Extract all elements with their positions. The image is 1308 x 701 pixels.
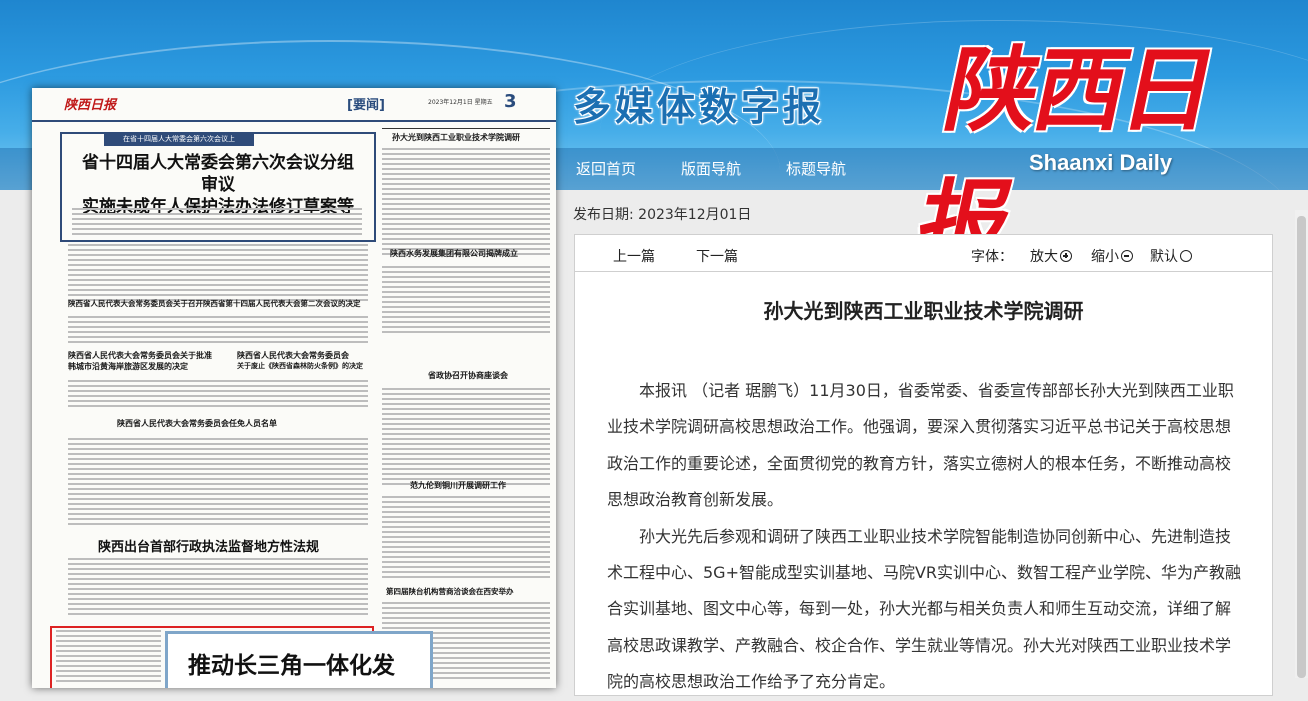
text-block [68,380,368,410]
zoom-default-label: 默认 [1150,249,1178,265]
text-block [72,208,362,238]
zoom-out-button[interactable]: 缩小 [1091,246,1133,266]
site-logo[interactable]: 陕西日报 Shaanxi Daily [908,10,1275,277]
zoom-out-label: 缩小 [1091,249,1119,265]
brand-title: 多媒体数字报 [573,85,826,129]
next-article-link[interactable]: 下一篇 [696,246,738,266]
subheadline-3b: 关于废止《陕西省森林防火条例》的决定 [237,362,363,370]
newspaper-page[interactable]: 陕西日报 [要闻] 2023年12月1日 星期五 3 在省十四届人大常委会第六次… [32,88,556,688]
paper-logo: 陕西日报 [64,98,117,113]
headline-tag: 在省十四届人大常委会第六次会议上 [104,132,254,146]
plus-circle-icon [1060,250,1072,262]
article-paragraph: 孙大光先后参观和调研了陕西工业职业技术学院智能制造协同创新中心、先进制造技术工程… [607,526,1242,692]
nav-title-link[interactable]: 标题导航 [786,158,846,179]
publish-date-value: 2023年12月01日 [638,207,752,223]
headline-1-line: 省十四届人大常委会第六次会议分组审议 [82,153,354,195]
logo-english: Shaanxi Daily [1029,150,1173,175]
minus-circle-icon [1121,250,1133,262]
article-panel: 上一篇 下一篇 字体： 放大 缩小 默认 孙大光到陕西工业职业技术学院调研 本报… [574,234,1273,696]
publish-date-label: 发布日期: [573,207,634,223]
article-title: 孙大光到陕西工业职业技术学院调研 [763,299,1084,323]
article-paragraph: 本报讯 （记者 琚鹏飞）11月30日，省委常委、省委宣传部部长孙大光到陕西工业职… [607,381,1234,510]
paper-date: 2023年12月1日 星期五 [428,99,493,106]
text-block [68,438,368,528]
main-nav: 返回首页 版面导航 标题导航 [576,158,891,179]
text-block [68,244,368,304]
prev-article-link[interactable]: 上一篇 [613,246,655,266]
nav-home-link[interactable]: 返回首页 [576,158,636,179]
text-block [68,558,368,618]
article-body: 本报讯 （记者 琚鹏飞）11月30日，省委常委、省委宣传部部长孙大光到陕西工业职… [607,373,1243,701]
headline-2[interactable]: 陕西出台首部行政执法监督地方性法规 [98,536,319,555]
paper-section: [要闻] [347,98,385,113]
text-block [382,148,550,258]
subheadline-7[interactable]: 范九伦到铜川开展调研工作 [410,480,506,491]
text-block [382,496,550,581]
text-block [382,388,550,488]
divider [382,128,550,129]
paper-masthead: 陕西日报 [要闻] 2023年12月1日 星期五 3 [32,88,556,122]
headline-3-box[interactable]: 推动长三角一体化发 [165,631,433,688]
subheadline-5[interactable]: 陕西水务发展集团有限公司揭牌成立 [390,248,518,259]
text-block [56,630,161,685]
headline-3: 推动长三角一体化发 [188,653,395,679]
text-block [68,316,368,346]
circle-icon [1180,250,1192,262]
paper-page-number: 3 [504,91,517,112]
subheadline-2b: 韩城市沿黄海岸旅游区发展的决定 [68,362,188,371]
subheadline-3[interactable]: 陕西省人民代表大会常务委员会 [237,350,349,361]
publish-date: 发布日期: 2023年12月01日 [573,204,751,224]
subheadline-8[interactable]: 第四届陕台机构营商洽谈会在西安举办 [386,586,514,597]
zoom-in-label: 放大 [1030,249,1058,265]
nav-page-link[interactable]: 版面导航 [681,158,741,179]
font-size-label: 字体： [971,249,1013,265]
scrollbar-thumb[interactable] [1297,216,1306,678]
zoom-in-button[interactable]: 放大 [1030,246,1072,266]
subheadline-4[interactable]: 陕西省人民代表大会常务委员会任免人员名单 [117,418,277,429]
subheadline-1[interactable]: 陕西省人民代表大会常务委员会关于召开陕西省第十四届人民代表大会第二次会议的决定 [68,298,361,309]
subheadline-6[interactable]: 省政协召开协商座谈会 [428,370,508,381]
zoom-default-button[interactable]: 默认 [1150,246,1192,266]
subheadline-2[interactable]: 陕西省人民代表大会常务委员会关于批准 [68,350,212,361]
right-col-title[interactable]: 孙大光到陕西工业职业技术学院调研 [392,132,520,143]
article-toolbar: 上一篇 下一篇 字体： 放大 缩小 默认 [575,235,1272,272]
text-block [382,266,550,336]
